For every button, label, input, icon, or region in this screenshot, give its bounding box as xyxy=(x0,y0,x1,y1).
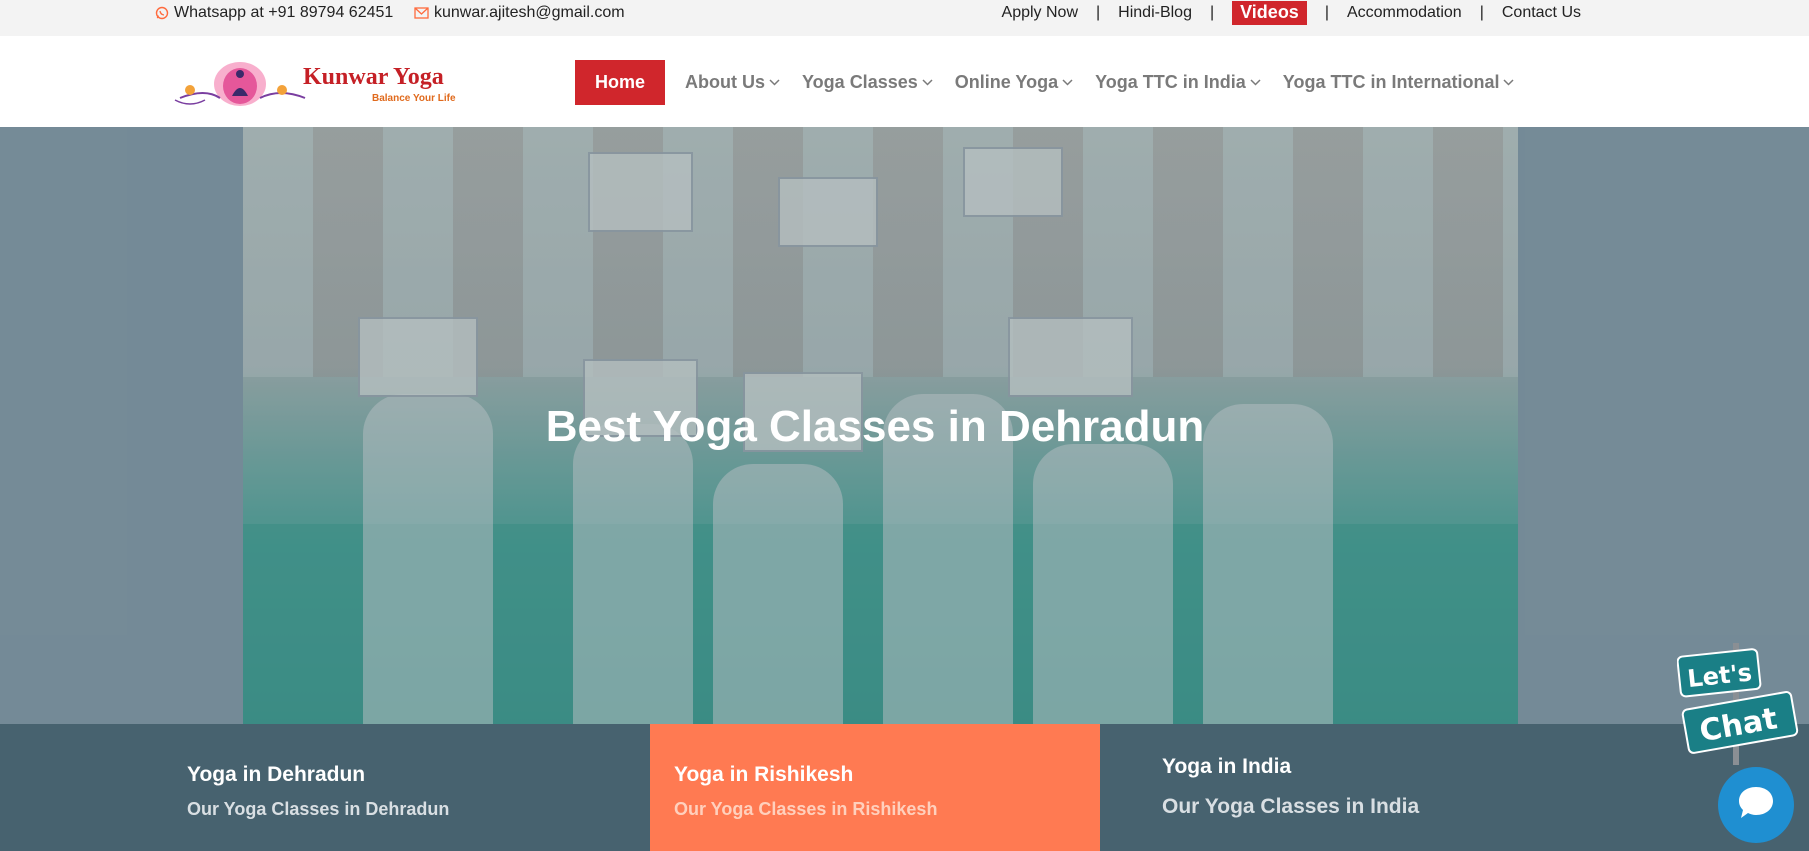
chevron-down-icon xyxy=(1503,79,1514,86)
hindi-blog-link[interactable]: Hindi-Blog xyxy=(1118,4,1192,22)
separator: | xyxy=(1479,4,1484,21)
chevron-down-icon xyxy=(1250,79,1261,86)
chevron-down-icon xyxy=(922,79,933,86)
location-strip: Yoga in Dehradun Our Yoga Classes in Deh… xyxy=(0,724,1809,851)
nav-yoga-classes[interactable]: Yoga Classes xyxy=(802,72,933,93)
nav-about-us[interactable]: About Us xyxy=(685,72,780,93)
chat-bubble-icon xyxy=(1736,784,1776,827)
nav-label: Yoga TTC in India xyxy=(1095,72,1246,92)
hero-banner: Best Yoga Classes in Dehradun xyxy=(0,127,1809,724)
box-yoga-dehradun[interactable]: Yoga in Dehradun Our Yoga Classes in Deh… xyxy=(0,724,650,851)
whatsapp-text: Whatsapp at +91 89794 62451 xyxy=(174,4,394,21)
whatsapp-icon xyxy=(155,6,169,20)
nav-label: Yoga TTC in International xyxy=(1282,72,1500,92)
contact-us-link[interactable]: Contact Us xyxy=(1502,4,1581,22)
nav-home[interactable]: Home xyxy=(575,60,666,105)
email-text: kunwar.ajitesh@gmail.com xyxy=(434,4,625,21)
nav-yoga-ttc-india[interactable]: Yoga TTC in India xyxy=(1095,72,1261,93)
box-yoga-rishikesh[interactable]: Yoga in Rishikesh Our Yoga Classes in Ri… xyxy=(650,724,1100,851)
box-title: Yoga in Dehradun xyxy=(187,763,366,786)
box-subtitle: Our Yoga Classes in India xyxy=(1162,795,1420,818)
apply-now-link[interactable]: Apply Now xyxy=(1002,4,1078,22)
separator: | xyxy=(1096,4,1101,21)
main-nav: Home About Us Yoga Classes Online Yoga Y… xyxy=(575,60,1536,105)
kunwar-yoga-logo[interactable]: Kunwar Yoga Balance Your Life xyxy=(160,58,470,110)
box-subtitle: Our Yoga Classes in Dehradun xyxy=(187,799,450,819)
separator: | xyxy=(1324,4,1329,21)
nav-online-yoga[interactable]: Online Yoga xyxy=(955,72,1073,93)
chevron-down-icon xyxy=(769,79,780,86)
chevron-down-icon xyxy=(1062,79,1073,86)
chat-widget-button[interactable] xyxy=(1718,767,1794,843)
nav-yoga-ttc-international[interactable]: Yoga TTC in International xyxy=(1283,72,1515,93)
email-contact[interactable]: kunwar.ajitesh@gmail.com xyxy=(414,4,625,22)
nav-home-label: Home xyxy=(595,72,646,92)
nav-label: Online Yoga xyxy=(954,72,1059,92)
hero-title: Best Yoga Classes in Dehradun xyxy=(545,402,1205,451)
envelope-icon xyxy=(414,7,429,19)
top-bar: Whatsapp at +91 89794 62451 kunwar.ajite… xyxy=(0,0,1809,36)
box-subtitle: Our Yoga Classes in Rishikesh xyxy=(674,799,938,819)
lets-chat-sign[interactable]: Let's Chat xyxy=(1677,643,1799,765)
site-header: Kunwar Yoga Balance Your Life Home About… xyxy=(0,36,1809,127)
box-title: Yoga in India xyxy=(1162,755,1292,778)
top-links: Apply Now | Hindi-Blog | Videos | Accomm… xyxy=(1002,0,1581,26)
separator: | xyxy=(1209,4,1215,21)
nav-label: About Us xyxy=(685,72,766,92)
nav-label: Yoga Classes xyxy=(802,72,918,92)
brand-tagline: Balance Your Life xyxy=(372,93,456,104)
accommodation-link[interactable]: Accommodation xyxy=(1347,4,1462,22)
whatsapp-contact[interactable]: Whatsapp at +91 89794 62451 xyxy=(155,4,393,22)
videos-link[interactable]: Videos xyxy=(1232,1,1307,25)
brand-name: Kunwar Yoga xyxy=(303,64,444,90)
box-title: Yoga in Rishikesh xyxy=(674,763,854,786)
